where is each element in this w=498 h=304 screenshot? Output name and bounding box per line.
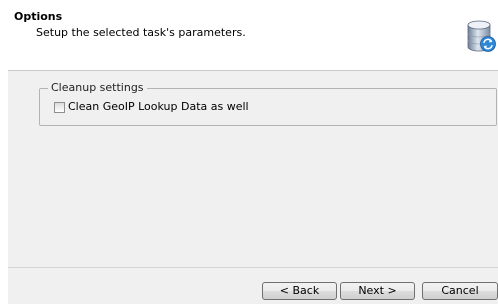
wizard-content: Cleanup settings Clean GeoIP Lookup Data… xyxy=(8,71,498,267)
cancel-button[interactable]: Cancel xyxy=(422,282,498,300)
cleanup-settings-group: Cleanup settings Clean GeoIP Lookup Data… xyxy=(39,81,497,126)
page-title: Options xyxy=(14,10,63,23)
next-button[interactable]: Next > xyxy=(340,282,415,300)
wizard-header: Options Setup the selected task's parame… xyxy=(8,0,498,71)
page-subtitle: Setup the selected task's parameters. xyxy=(36,26,246,39)
back-button[interactable]: < Back xyxy=(262,282,337,300)
wizard-footer: < Back Next > Cancel xyxy=(8,267,498,304)
group-legend: Cleanup settings xyxy=(48,81,147,95)
geoip-cleanup-checkbox[interactable] xyxy=(54,101,65,113)
database-sync-icon xyxy=(466,18,496,54)
geoip-cleanup-label[interactable]: Clean GeoIP Lookup Data as well xyxy=(68,100,249,114)
geoip-cleanup-option[interactable]: Clean GeoIP Lookup Data as well xyxy=(54,100,249,114)
